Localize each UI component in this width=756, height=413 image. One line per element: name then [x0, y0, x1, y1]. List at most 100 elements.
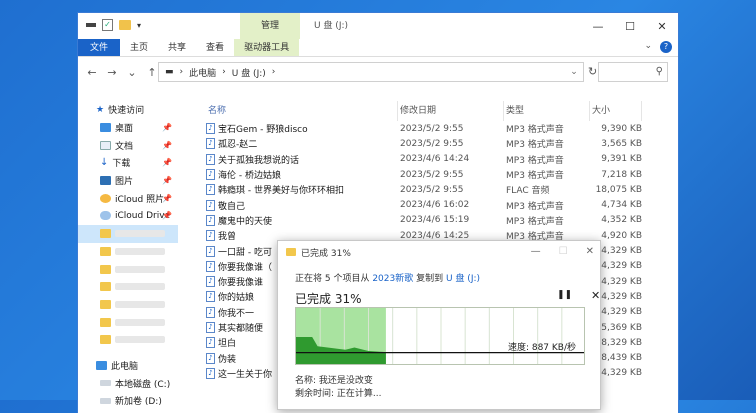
tab-manage[interactable]: 管理	[240, 13, 300, 39]
destination-link[interactable]: U 盘 (J:)	[446, 274, 480, 284]
pause-button[interactable]: ❚❚	[557, 290, 572, 300]
minimize-icon[interactable]: —	[531, 241, 541, 263]
file-size: 7,218 KB	[601, 169, 642, 180]
audio-file-icon: ♪	[206, 245, 215, 257]
table-row[interactable]: ♪ 宝石Gem - 野狼disco 2023/5/2 9:55 MP3 格式声音 9,3…	[206, 121, 676, 136]
column-size[interactable]: 大小	[590, 101, 642, 121]
sidebar-item-drive-c[interactable]: 本地磁盘 (C:)	[78, 374, 178, 392]
audio-file-icon: ♪	[206, 260, 215, 272]
sidebar-item-folder[interactable]	[78, 331, 178, 349]
folder-icon	[100, 282, 111, 292]
close-icon[interactable]: ✕	[586, 241, 594, 263]
navigation-pane: ★ 快速访问 桌面 📌 文档 📌 ↓ 下载 📌 图片 📌 iCloud 照片 📌	[78, 101, 178, 413]
maximize-icon: ☐	[558, 246, 568, 257]
help-icon[interactable]: ?	[660, 41, 672, 53]
search-input[interactable]: ⚲	[598, 62, 668, 82]
cancel-copy-button[interactable]: ✕	[591, 289, 600, 302]
pictures-icon	[100, 176, 111, 186]
file-type: MP3 格式声音	[506, 216, 564, 227]
sidebar-item-drive-d[interactable]: 新加卷 (D:)	[78, 392, 178, 410]
file-size: 3,565 KB	[601, 138, 642, 149]
file-name: 宝石Gem - 野狼disco	[218, 125, 308, 136]
minimize-icon[interactable]: —	[582, 13, 614, 39]
tab-drive-tools[interactable]: 驱动器工具	[234, 39, 300, 56]
folder-icon	[286, 248, 296, 256]
audio-file-icon: ♪	[206, 322, 215, 333]
sidebar-item-downloads[interactable]: ↓ 下载 📌	[78, 154, 178, 172]
properties-icon[interactable]: ✓	[102, 19, 113, 31]
file-date: 2023/4/6 15:19	[400, 215, 470, 226]
address-input[interactable]: ▬ › 此电脑 › U 盘 (J:) › ⌄	[158, 62, 584, 82]
column-name[interactable]: 名称	[206, 101, 398, 121]
source-folder-link[interactable]: 2023新歌	[372, 274, 413, 284]
drive-icon	[100, 397, 111, 404]
maximize-icon[interactable]: ☐	[614, 13, 646, 39]
speed-readout: 速度: 887 KB/秒	[507, 343, 576, 353]
sidebar-item-quick-access[interactable]: ★ 快速访问	[78, 101, 178, 119]
file-type: MP3 格式声音	[506, 171, 564, 182]
sidebar-item-documents[interactable]: 文档 📌	[78, 136, 178, 154]
audio-file-icon: ♪	[206, 306, 215, 318]
dialog-title: 已完成 31%	[301, 248, 351, 259]
audio-file-icon: ♪	[206, 199, 215, 211]
audio-file-icon: ♪	[206, 123, 215, 135]
sidebar-item-pictures[interactable]: 图片 📌	[78, 172, 178, 190]
desktop-icon	[100, 123, 111, 133]
refresh-icon[interactable]: ↻	[588, 65, 597, 78]
audio-file-icon: ♪	[206, 184, 215, 196]
ribbon-tabs: 文件 主页 共享 查看 驱动器工具 ⌄ ?	[78, 39, 678, 57]
copy-details: 名称: 我还是没改变 剩余时间: 正在计算...	[295, 375, 381, 401]
tab-file[interactable]: 文件	[78, 39, 121, 56]
time-remaining: 剩余时间: 正在计算...	[295, 389, 382, 399]
copy-description: 正在将 5 个项目从 2023新歌 复制到 U 盘 (J:)	[295, 274, 481, 284]
column-type[interactable]: 类型	[504, 101, 590, 121]
sidebar-item-folder[interactable]	[78, 260, 178, 278]
speed-graph-svg	[296, 308, 584, 364]
percent-complete: 已完成 31% ❚❚ ✕	[295, 289, 601, 306]
file-name: 你我不一	[218, 308, 255, 319]
pin-icon: 📌	[162, 193, 172, 203]
sidebar-item-folder[interactable]	[78, 224, 178, 243]
table-row[interactable]: ♪ 海伦 - 桥边姑娘 2023/5/2 9:55 MP3 格式声音 7,218 KB	[206, 167, 676, 182]
file-name: 你要我像谁（	[218, 262, 273, 273]
address-bar-row: ← → ⌄ ↑ ▬ › 此电脑 › U 盘 (J:) › ⌄ ↻ ⚲	[78, 57, 678, 87]
table-row[interactable]: ♪ 敬自己 2023/4/6 16:02 MP3 格式声音 4,734 KB	[206, 197, 676, 212]
sidebar-item-icloud-photos[interactable]: iCloud 照片 📌	[78, 189, 178, 207]
recent-locations-icon[interactable]: ⌄	[124, 66, 140, 79]
pin-icon: 📌	[162, 123, 172, 133]
customize-toolbar-icon[interactable]: ▾	[137, 21, 141, 30]
folder-icon	[100, 246, 111, 256]
sidebar-item-this-pc[interactable]: 此电脑	[78, 357, 178, 375]
download-icon: ↓	[100, 157, 109, 169]
tab-home[interactable]: 主页	[120, 39, 158, 56]
sidebar-item-folder[interactable]	[78, 313, 178, 331]
forward-arrow-icon[interactable]: →	[104, 66, 120, 79]
close-icon[interactable]: ✕	[646, 13, 678, 39]
table-row[interactable]: ♪ 韩瘾琪 - 世界美好与你环环相扣 2023/5/2 9:55 FLAC 音频 18,…	[206, 182, 676, 197]
sidebar-item-folder[interactable]	[78, 243, 178, 261]
sidebar-item-folder[interactable]	[78, 296, 178, 314]
icloud-photos-icon	[100, 193, 111, 203]
table-row[interactable]: ♪ 关于孤独我想说的话 2023/4/6 14:24 MP3 格式声音 9,391 KB	[206, 152, 676, 167]
tab-view[interactable]: 查看	[196, 39, 234, 56]
address-dropdown-icon[interactable]: ⌄	[565, 67, 583, 77]
menu-icon[interactable]	[86, 23, 96, 27]
window-title: U 盘 (J:)	[314, 21, 349, 31]
back-arrow-icon[interactable]: ←	[84, 66, 100, 79]
table-row[interactable]: ♪ 魔鬼中的天使 2023/4/6 15:19 MP3 格式声音 4,352 KB	[206, 213, 676, 228]
audio-file-icon: ♪	[206, 352, 215, 364]
table-row[interactable]: ♪ 孤忍-赵二 2023/5/2 9:55 MP3 格式声音 3,565 KB	[206, 136, 676, 151]
breadcrumb-this-pc[interactable]: 此电脑	[189, 66, 216, 79]
expand-ribbon-icon[interactable]: ⌄	[644, 41, 652, 53]
new-folder-icon[interactable]	[119, 20, 131, 30]
sidebar-item-icloud-drive[interactable]: iCloud Drive 📌	[78, 207, 178, 225]
file-type: MP3 格式声音	[506, 140, 564, 151]
file-size: 4,352 KB	[601, 215, 642, 226]
audio-file-icon: ♪	[206, 367, 215, 379]
column-date[interactable]: 修改日期	[398, 101, 504, 121]
breadcrumb-usb-drive[interactable]: U 盘 (J:)	[232, 66, 266, 79]
sidebar-item-desktop[interactable]: 桌面 📌	[78, 119, 178, 137]
file-size: 4,734 KB	[601, 200, 642, 211]
tab-share[interactable]: 共享	[158, 39, 196, 56]
sidebar-item-folder[interactable]	[78, 278, 178, 296]
